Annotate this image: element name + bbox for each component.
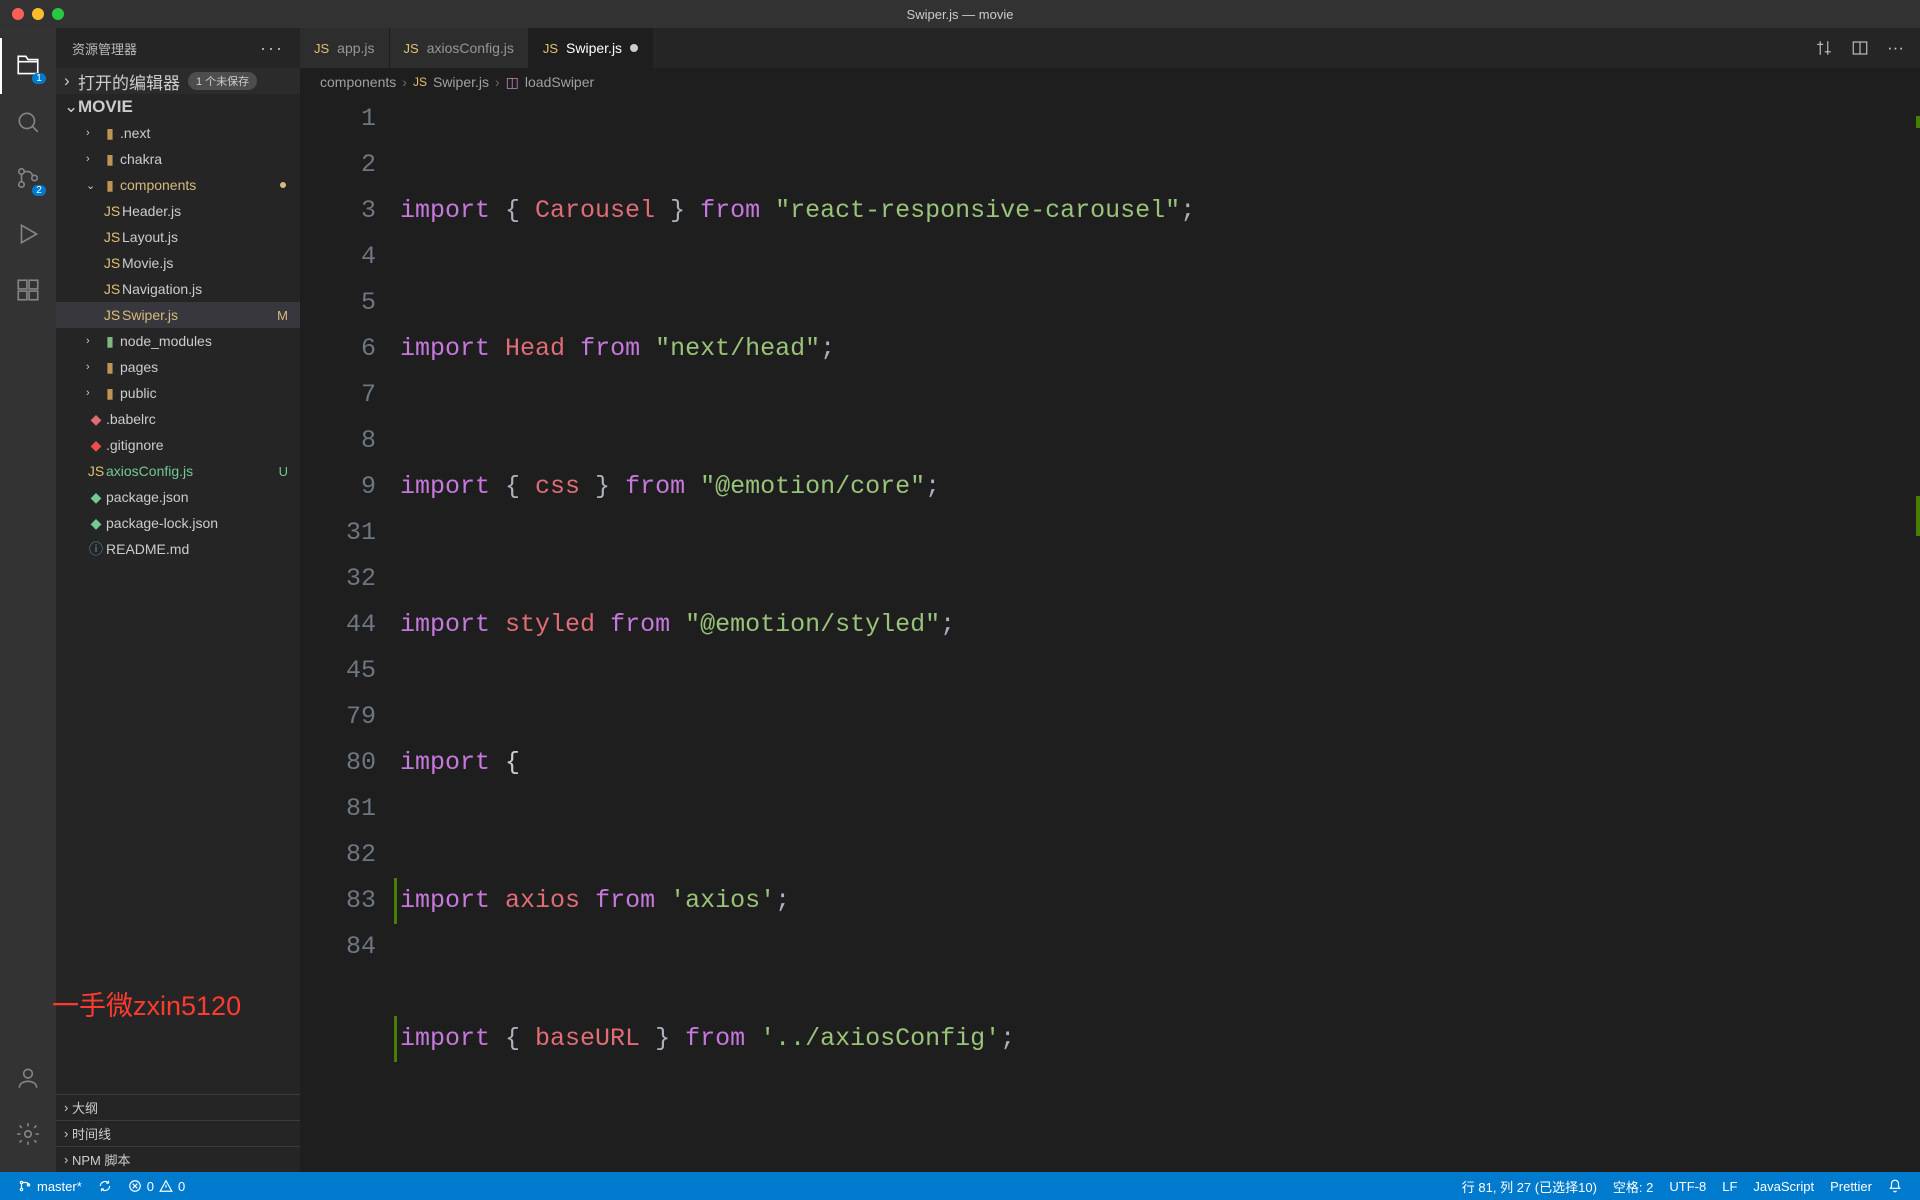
- sync-icon[interactable]: [90, 1179, 120, 1193]
- notifications-icon[interactable]: [1880, 1177, 1910, 1196]
- folder-pages[interactable]: ›▮pages: [56, 354, 300, 380]
- maximize-window-button[interactable]: [52, 8, 64, 20]
- minimap[interactable]: [1906, 96, 1920, 1172]
- tab-app-js[interactable]: JSapp.js: [300, 28, 390, 68]
- unsaved-badge: 1 个未保存: [188, 72, 257, 90]
- file-package-lock-json[interactable]: ◆package-lock.json: [56, 510, 300, 536]
- git-branch[interactable]: master*: [10, 1179, 90, 1194]
- watermark-text: 一手微zxin5120: [52, 984, 241, 1023]
- close-window-button[interactable]: [12, 8, 24, 20]
- sidebar-header: 资源管理器 ···: [56, 28, 300, 68]
- line-numbers: 1 2 3 4 5 6 7 8 9 31 32 44 45 79 80 81 8…: [300, 96, 400, 1172]
- prettier-status[interactable]: Prettier: [1822, 1177, 1880, 1196]
- tab-axiosconfig-js[interactable]: JSaxiosConfig.js: [390, 28, 529, 68]
- sidebar-more-icon[interactable]: ···: [260, 38, 284, 59]
- run-debug-icon[interactable]: [0, 206, 56, 262]
- titlebar: Swiper.js — movie: [0, 0, 1920, 28]
- file-movie-js[interactable]: JSMovie.js: [56, 250, 300, 276]
- project-root[interactable]: ⌄ MOVIE: [56, 94, 300, 120]
- open-editors-section[interactable]: › 打开的编辑器 1 个未保存: [56, 68, 300, 94]
- encoding[interactable]: UTF-8: [1661, 1177, 1714, 1196]
- breadcrumbs[interactable]: components › JS Swiper.js › ◫ loadSwiper: [300, 68, 1920, 96]
- folder-public[interactable]: ›▮public: [56, 380, 300, 406]
- editor-tabs: JSapp.js JSaxiosConfig.js JSSwiper.js ··…: [300, 28, 1920, 68]
- sidebar-title: 资源管理器: [72, 39, 137, 58]
- editor-area: JSapp.js JSaxiosConfig.js JSSwiper.js ··…: [300, 28, 1920, 1172]
- compare-changes-icon[interactable]: [1815, 39, 1833, 57]
- file-swiper-js[interactable]: JSSwiper.jsM: [56, 302, 300, 328]
- file-header-js[interactable]: JSHeader.js: [56, 198, 300, 224]
- search-icon[interactable]: [0, 94, 56, 150]
- statusbar: master* 0 0 行 81, 列 27 (已选择10) 空格: 2 UTF…: [0, 1172, 1920, 1200]
- file-babelrc[interactable]: ◆.babelrc: [56, 406, 300, 432]
- outline-section[interactable]: › 大纲: [56, 1094, 300, 1120]
- split-editor-icon[interactable]: [1851, 39, 1869, 57]
- file-package-json[interactable]: ◆package.json: [56, 484, 300, 510]
- file-gitignore[interactable]: ◆.gitignore: [56, 432, 300, 458]
- cursor-position[interactable]: 行 81, 列 27 (已选择10): [1454, 1177, 1605, 1196]
- folder-chakra[interactable]: ›▮chakra: [56, 146, 300, 172]
- problems[interactable]: 0 0: [120, 1179, 193, 1194]
- npm-scripts-section[interactable]: › NPM 脚本: [56, 1146, 300, 1172]
- window-controls: [0, 8, 64, 20]
- file-navigation-js[interactable]: JSNavigation.js: [56, 276, 300, 302]
- extensions-icon[interactable]: [0, 262, 56, 318]
- folder-node-modules[interactable]: ›▮node_modules: [56, 328, 300, 354]
- more-actions-icon[interactable]: ···: [1887, 38, 1904, 58]
- account-icon[interactable]: [0, 1050, 56, 1106]
- indentation[interactable]: 空格: 2: [1605, 1177, 1661, 1196]
- source-control-icon[interactable]: 2: [0, 150, 56, 206]
- file-axiosconfig-js[interactable]: JSaxiosConfig.jsU: [56, 458, 300, 484]
- file-layout-js[interactable]: JSLayout.js: [56, 224, 300, 250]
- code-editor[interactable]: 1 2 3 4 5 6 7 8 9 31 32 44 45 79 80 81 8…: [300, 96, 1920, 1172]
- explorer-icon[interactable]: 1: [0, 38, 56, 94]
- file-readme-md[interactable]: ⓘREADME.md: [56, 536, 300, 562]
- window-title: Swiper.js — movie: [907, 7, 1014, 22]
- tab-swiper-js[interactable]: JSSwiper.js: [529, 28, 653, 68]
- dirty-indicator-icon: [630, 44, 638, 52]
- settings-gear-icon[interactable]: [0, 1106, 56, 1162]
- timeline-section[interactable]: › 时间线: [56, 1120, 300, 1146]
- eol[interactable]: LF: [1714, 1177, 1745, 1196]
- language-mode[interactable]: JavaScript: [1745, 1177, 1822, 1196]
- folder-next[interactable]: ›▮.next: [56, 120, 300, 146]
- minimize-window-button[interactable]: [32, 8, 44, 20]
- activity-bar: 1 2: [0, 28, 56, 1172]
- folder-components[interactable]: ⌄▮components: [56, 172, 300, 198]
